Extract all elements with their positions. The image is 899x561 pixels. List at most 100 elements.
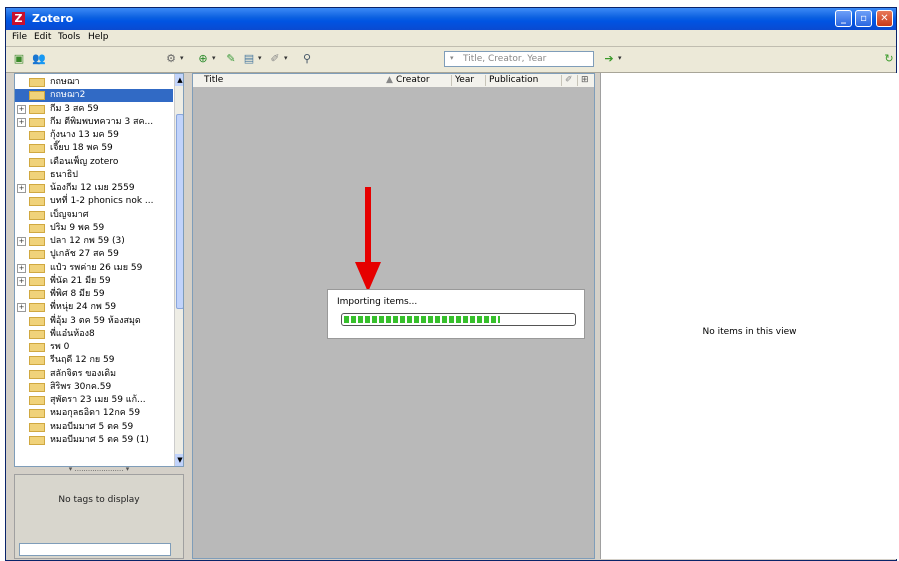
- scrollbar-thumb[interactable]: [176, 114, 183, 309]
- collection-label: กีม ตีพิมพบทความ 3 สค...: [50, 116, 154, 127]
- chevron-down-icon[interactable]: ▾: [212, 54, 216, 62]
- maximize-icon[interactable]: ▫: [855, 10, 872, 27]
- new-note-icon[interactable]: ▤: [242, 52, 256, 66]
- collection-item[interactable]: สิริพร 30กค.59: [15, 381, 173, 394]
- collection-item[interactable]: รีนฤดี 12 กย 59: [15, 354, 173, 367]
- collection-item[interactable]: เจี๊ยบ 18 พค 59: [15, 142, 173, 155]
- collection-label: รีนฤดี 12 กย 59: [50, 355, 115, 366]
- menu-bar: File Edit Tools Help: [6, 30, 896, 47]
- chevron-down-icon[interactable]: ▾: [284, 54, 288, 62]
- folder-icon: [29, 210, 45, 220]
- expand-icon[interactable]: +: [17, 303, 26, 313]
- collection-item[interactable]: + น้องกีม 12 เมย 2559: [15, 182, 173, 195]
- column-picker-icon[interactable]: ⊞: [577, 75, 589, 86]
- collection-item[interactable]: หมอบีมมาศ 5 ตค 59: [15, 421, 173, 434]
- collection-item[interactable]: + กีม ตีพิมพบทความ 3 สค...: [15, 116, 173, 129]
- folder-icon: [29, 382, 45, 392]
- collections-scrollbar[interactable]: ▲ ▼: [174, 74, 183, 466]
- collections-pane[interactable]: กถษฌา กถษฌา2 + กีม 3 สค 59 + กีม ตีพิมพบทความ…: [14, 73, 184, 467]
- red-arrow-annotation: [365, 187, 371, 265]
- column-publication[interactable]: Publication: [485, 75, 538, 86]
- column-year[interactable]: Year: [451, 75, 474, 86]
- title-bar[interactable]: Z Zotero _ ▫ ✕: [6, 8, 896, 30]
- collection-label: พี่แอ๋นห้อง8: [50, 328, 95, 339]
- scroll-down-icon[interactable]: ▼: [175, 454, 183, 466]
- chevron-down-icon[interactable]: ▾: [258, 54, 262, 62]
- zotero-window: Z Zotero _ ▫ ✕ File Edit Tools Help ▣ 👥 …: [5, 7, 898, 561]
- no-items-text: No items in this view: [702, 327, 797, 337]
- tag-filter-input[interactable]: [19, 543, 171, 556]
- actions-gear-icon[interactable]: ⚙: [164, 52, 178, 66]
- menu-edit[interactable]: Edit: [34, 32, 51, 42]
- menu-tools[interactable]: Tools: [58, 32, 80, 42]
- attachment-column-icon[interactable]: ✐: [561, 75, 573, 86]
- expand-icon[interactable]: +: [17, 104, 26, 114]
- column-title[interactable]: Title: [201, 75, 223, 86]
- item-pane: No items in this view: [600, 73, 898, 559]
- collection-item[interactable]: ธนาธิป: [15, 169, 173, 182]
- sync-icon[interactable]: ↻: [882, 52, 896, 66]
- folder-icon: [29, 184, 45, 193]
- collection-item[interactable]: พี่แอ๋นห้อง8: [15, 328, 173, 341]
- collection-item[interactable]: สลักจิตร ของเดิม: [15, 368, 173, 381]
- red-arrow-head: [355, 262, 381, 292]
- search-input[interactable]: ▾ Title, Creator, Year: [444, 51, 594, 67]
- column-creator[interactable]: Creator: [393, 75, 430, 86]
- collection-item[interactable]: บทที่ 1-2 phonics nok ...: [15, 195, 173, 208]
- minimize-icon[interactable]: _: [835, 10, 852, 27]
- collection-item[interactable]: เบ็ญจมาศ: [15, 209, 173, 222]
- new-item-icon[interactable]: ⊕: [196, 52, 210, 66]
- attachment-icon[interactable]: ✐: [268, 52, 282, 66]
- menu-file[interactable]: File: [12, 32, 27, 42]
- collection-item[interactable]: สุพัตรา 23 เมย 59 แก้...: [15, 394, 173, 407]
- collection-item[interactable]: + แป๋ว รพค่าย 26 เมย 59: [15, 262, 173, 275]
- folder-icon: [29, 303, 45, 313]
- expand-icon[interactable]: +: [17, 117, 26, 127]
- collection-item[interactable]: กถษฌา2: [15, 89, 173, 103]
- scroll-up-icon[interactable]: ▲: [175, 74, 183, 86]
- expand-icon[interactable]: +: [17, 263, 26, 273]
- collection-item[interactable]: หมอกุลธอิดา 12กค 59: [15, 407, 173, 420]
- collection-label: หมอกุลธอิดา 12กค 59: [50, 408, 141, 419]
- collection-item[interactable]: กถษฌา: [15, 76, 173, 89]
- add-by-identifier-icon[interactable]: ✎: [224, 52, 238, 66]
- search-mode-icon[interactable]: ▾: [450, 54, 454, 62]
- locate-icon[interactable]: ➔: [602, 52, 616, 66]
- items-header: Title ▲ Creator Year Publication ✐ ⊞: [193, 74, 594, 88]
- collection-item[interactable]: + พี่นัด 21 มีย 59: [15, 275, 173, 288]
- collection-item[interactable]: + ปลา 12 กพ 59 (3): [15, 235, 173, 248]
- collection-item[interactable]: + พี่หนุ่ย 24 กพ 59: [15, 301, 173, 314]
- folder-icon: [29, 78, 45, 87]
- collection-item[interactable]: เดือนเพ็ญ zotero: [15, 156, 173, 169]
- collection-label: พี่พิศ 8 มีย 59: [50, 289, 105, 299]
- collection-item[interactable]: พี่พิศ 8 มีย 59: [15, 288, 173, 301]
- collection-item[interactable]: กุ้งนาง 13 มค 59: [15, 129, 173, 142]
- close-icon[interactable]: ✕: [876, 10, 893, 27]
- chevron-down-icon[interactable]: ▾: [180, 54, 184, 62]
- menu-help[interactable]: Help: [88, 32, 109, 42]
- folder-icon: [29, 409, 45, 419]
- folder-icon: [29, 131, 45, 140]
- collection-item[interactable]: รพ 0: [15, 341, 173, 354]
- folder-icon: [29, 144, 45, 154]
- advanced-search-icon[interactable]: ⚲: [300, 52, 314, 66]
- expand-icon[interactable]: +: [17, 237, 26, 246]
- chevron-down-icon[interactable]: ▾: [618, 54, 622, 62]
- new-group-icon[interactable]: 👥: [32, 52, 46, 66]
- left-splitter[interactable]: [185, 73, 190, 559]
- expand-icon[interactable]: +: [17, 184, 26, 193]
- collection-item[interactable]: ปูเกลัช 27 สค 59: [15, 248, 173, 261]
- pane-splitter-handle[interactable]: ▾ ...................... ▾: [14, 466, 184, 474]
- collection-label: กีม 3 สค 59: [50, 103, 99, 114]
- collection-label: ปริม 9 พค 59: [50, 222, 105, 233]
- new-collection-icon[interactable]: ▣: [12, 52, 26, 66]
- collection-item[interactable]: + กีม 3 สค 59: [15, 103, 173, 116]
- collection-item[interactable]: ปริม 9 พค 59: [15, 222, 173, 235]
- collection-item[interactable]: พี่อุ้ม 3 ตค 59 ห้องสมุด: [15, 315, 173, 328]
- collection-item[interactable]: หมอบีมมาศ 5 ตค 59 (1): [15, 434, 173, 447]
- window-title: Zotero: [32, 12, 74, 25]
- folder-icon: [29, 91, 45, 101]
- folder-icon: [29, 369, 45, 379]
- folder-icon: [29, 223, 45, 233]
- expand-icon[interactable]: +: [17, 276, 26, 286]
